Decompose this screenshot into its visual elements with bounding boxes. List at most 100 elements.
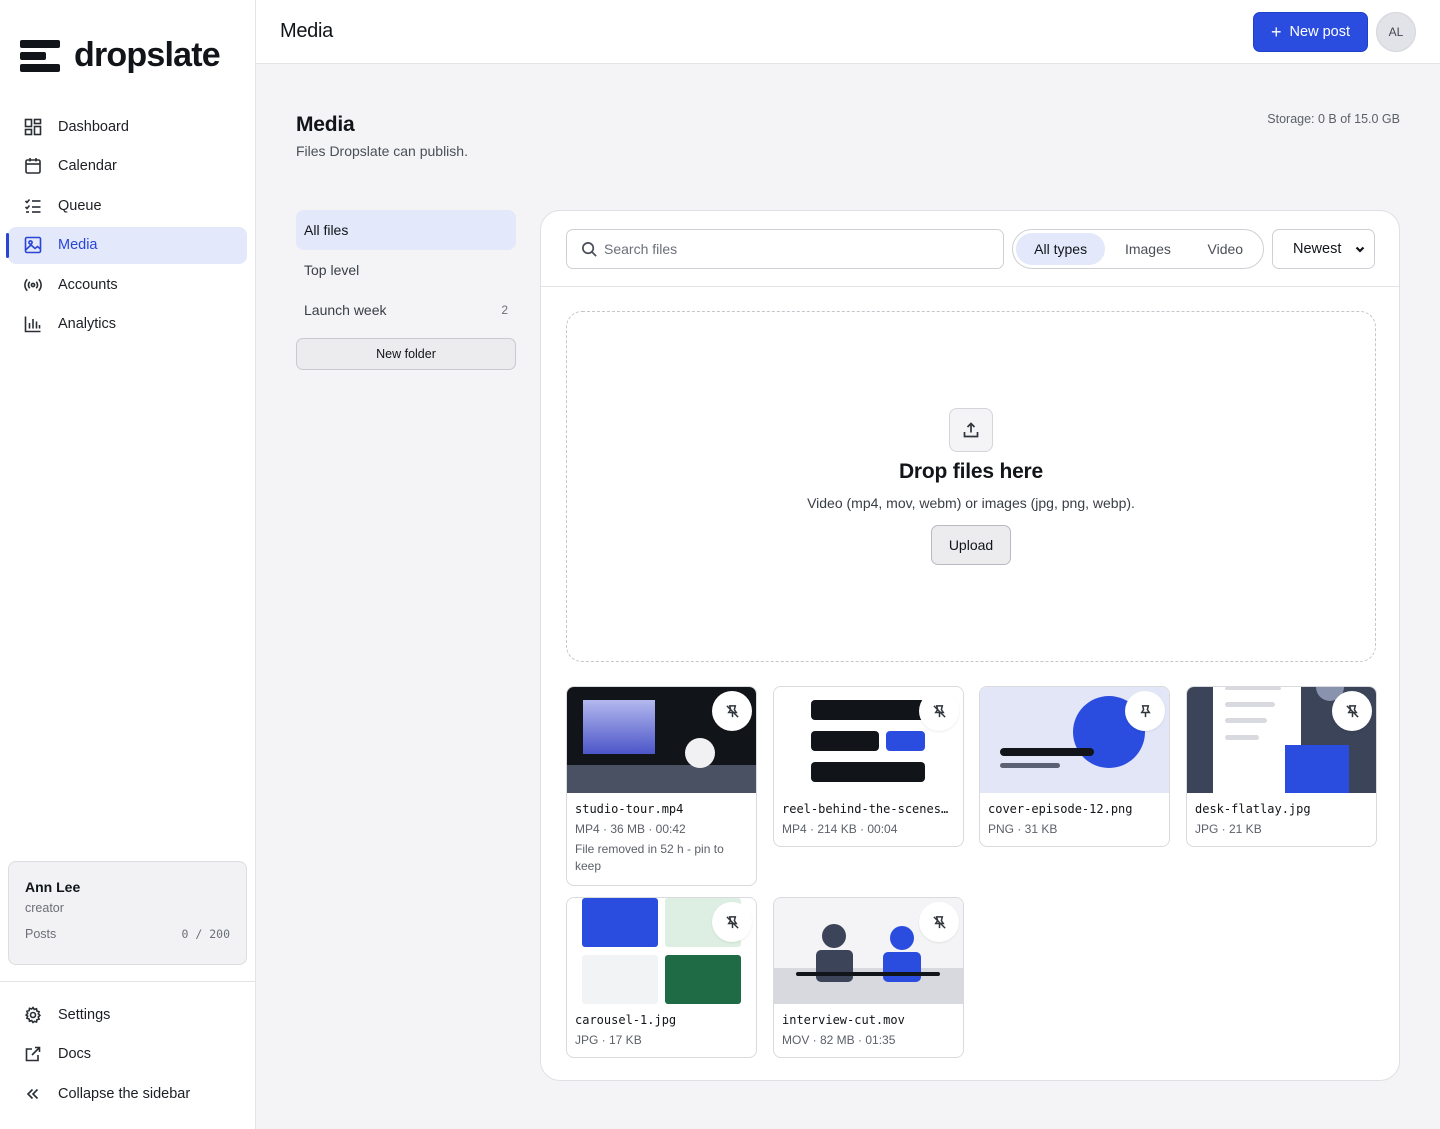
pin-icon[interactable] [1125, 691, 1165, 731]
file-name: cover-episode-12.png [988, 802, 1133, 816]
folder-list: All files Top level Launch week 2 New fo… [296, 210, 516, 370]
logo-text: dropslate [74, 36, 221, 74]
posts-quota: Posts 0 / 200 [25, 927, 230, 941]
sidebar-item-label: Queue [58, 197, 102, 214]
thumbnail [980, 687, 1169, 793]
sidebar-item-analytics[interactable]: Analytics [8, 306, 247, 343]
upload-icon [949, 408, 993, 452]
sidebar-item-docs[interactable]: Docs [8, 1036, 247, 1073]
grid-icon [24, 118, 42, 136]
filter-images[interactable]: Images [1105, 233, 1190, 265]
sidebar-item-label: Collapse the sidebar [58, 1085, 191, 1102]
sidebar-item-label: Calendar [58, 158, 117, 174]
new-folder-button[interactable]: New folder [296, 338, 516, 370]
file-name: interview-cut.mov [782, 1013, 905, 1027]
chevron-down-icon [1355, 246, 1365, 253]
unpin-icon[interactable] [712, 691, 752, 731]
collapse-sidebar-button[interactable]: Collapse the sidebar [8, 1075, 247, 1112]
thumbnail [774, 898, 963, 1004]
storage-usage: Storage: 0 B of 15.0 GB [1267, 112, 1400, 126]
file-name: studio-tour.mp4 [575, 802, 684, 816]
user-card: Ann Lee creator Posts 0 / 200 [8, 861, 247, 965]
gear-icon [24, 1005, 42, 1024]
file-meta: MP4 · 36 MB · 00:42 [575, 822, 686, 836]
external-link-icon [24, 1045, 42, 1063]
file-meta: JPG · 21 KB [1195, 822, 1262, 836]
media-toolbar: Search files All types Images Video Newe… [541, 211, 1399, 287]
media-card[interactable]: carousel-1.jpg JPG · 17 KB [566, 897, 757, 1058]
sidebar-item-media[interactable]: Media [6, 226, 247, 264]
logo[interactable]: dropslate [20, 36, 221, 75]
sidebar-item-label: Analytics [58, 316, 117, 332]
sort-value: Newest [1293, 241, 1342, 257]
file-meta: MOV · 82 MB · 01:35 [782, 1033, 896, 1047]
queue-icon [24, 197, 42, 215]
file-name: reel-behind-the-scenes… [782, 802, 949, 816]
media-card[interactable]: cover-episode-12.png PNG · 31 KB [979, 686, 1170, 847]
folder-launch-week[interactable]: Launch week 2 [296, 290, 516, 330]
unpin-icon[interactable] [712, 902, 752, 942]
folder-top-level[interactable]: Top level [296, 250, 516, 290]
folder-label: Top level [304, 262, 360, 278]
bar-chart-icon [24, 315, 42, 333]
dropzone[interactable]: Drop files here Video (mp4, mov, webm) o… [566, 311, 1376, 662]
search-placeholder: Search files [604, 241, 678, 257]
new-post-label: New post [1289, 24, 1350, 40]
posts-value: 0 / 200 [181, 927, 230, 941]
sidebar-item-label: Docs [58, 1046, 92, 1062]
sidebar-item-settings[interactable]: Settings [8, 996, 247, 1033]
type-filter: All types Images Video [1012, 229, 1264, 269]
media-card[interactable]: studio-tour.mp4 MP4 · 36 MB · 00:42 File… [566, 686, 757, 886]
thumbnail [567, 898, 756, 1004]
file-meta: MP4 · 214 KB · 00:04 [782, 822, 898, 836]
page-title: Media [296, 113, 355, 136]
folder-label: All files [304, 222, 349, 238]
media-card[interactable]: desk-flatlay.jpg JPG · 21 KB [1186, 686, 1377, 847]
dropzone-subtitle: Video (mp4, mov, webm) or images (jpg, p… [807, 495, 1135, 511]
image-icon [24, 236, 42, 254]
unpin-icon[interactable] [919, 902, 959, 942]
unpin-icon[interactable] [919, 691, 959, 731]
sidebar-item-calendar[interactable]: Calendar [8, 148, 247, 185]
upload-button[interactable]: Upload [931, 525, 1011, 565]
file-name: desk-flatlay.jpg [1195, 802, 1311, 816]
sidebar-divider [0, 981, 255, 982]
file-meta: PNG · 31 KB [988, 822, 1058, 836]
search-icon [582, 241, 597, 257]
top-bar: Media + New post AL [256, 0, 1440, 64]
sidebar-item-label: Dashboard [58, 118, 129, 135]
posts-label: Posts [25, 927, 57, 941]
plus-icon: + [1271, 22, 1282, 42]
user-name: Ann Lee [25, 879, 81, 895]
thumbnail [1187, 687, 1376, 793]
filter-all-types[interactable]: All types [1016, 233, 1106, 265]
new-post-button[interactable]: + New post [1253, 12, 1368, 52]
thumbnail [774, 687, 963, 793]
sidebar-nav: Dashboard Calendar Queue Media Accounts … [6, 108, 247, 345]
dropzone-title: Drop files here [898, 460, 1044, 483]
calendar-icon [24, 157, 42, 175]
folder-all-files[interactable]: All files [296, 210, 516, 250]
unpin-icon[interactable] [1332, 691, 1372, 731]
expiry-warning: File removed in 52 h - pin to keep [575, 842, 724, 873]
avatar[interactable]: AL [1376, 12, 1416, 52]
user-role: creator [25, 901, 64, 915]
sort-select[interactable]: Newest [1272, 229, 1375, 269]
sidebar-item-queue[interactable]: Queue [8, 187, 247, 224]
sidebar-bottom-nav: Settings Docs Collapse the sidebar [8, 996, 247, 1115]
sidebar-item-label: Settings [58, 1006, 111, 1023]
media-card[interactable]: interview-cut.mov MOV · 82 MB · 01:35 [773, 897, 964, 1058]
sidebar-item-accounts[interactable]: Accounts [8, 266, 247, 303]
logo-mark-icon [20, 39, 60, 72]
broadcast-icon [24, 276, 42, 294]
filter-video[interactable]: Video [1191, 233, 1260, 265]
thumbnail [567, 687, 756, 793]
search-input[interactable]: Search files [566, 229, 1004, 269]
media-panel: Search files All types Images Video Newe… [540, 210, 1400, 1081]
sidebar-item-dashboard[interactable]: Dashboard [8, 108, 247, 145]
file-name: carousel-1.jpg [575, 1013, 677, 1027]
media-card[interactable]: reel-behind-the-scenes… MP4 · 214 KB · 0… [773, 686, 964, 847]
page-subtitle: Files Dropslate can publish. [296, 143, 468, 159]
sidebar: dropslate Dashboard Calendar Queue Media… [0, 0, 256, 1129]
chevrons-left-icon [24, 1085, 42, 1103]
